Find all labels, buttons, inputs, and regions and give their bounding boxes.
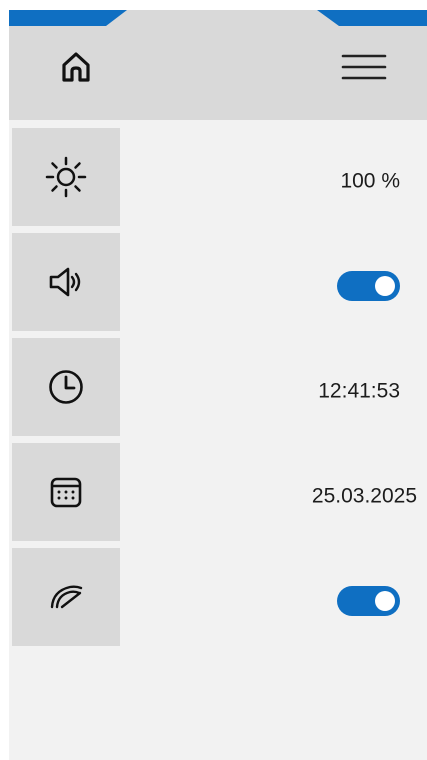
speaker-icon (49, 267, 81, 297)
brightness-icon-tile (12, 128, 120, 226)
top-header (9, 10, 427, 120)
time-setting-row[interactable]: 12:41:53 (9, 338, 427, 443)
calendar-icon (50, 477, 82, 508)
time-value: 12:41:53 (318, 379, 400, 402)
brightness-setting-row[interactable]: 100 % (9, 128, 427, 233)
clock-icon (49, 370, 83, 404)
home-icon (62, 52, 90, 82)
speed-setting-row[interactable] (9, 548, 427, 653)
time-icon-tile (12, 338, 120, 436)
settings-screen: 100 % 12:41:53 25.03.2025 (9, 10, 427, 760)
date-value: 25.03.2025 (311, 484, 417, 507)
settings-list: 100 % 12:41:53 25.03.2025 (9, 128, 427, 653)
sound-icon-tile (12, 233, 120, 331)
home-button[interactable] (51, 42, 101, 92)
menu-button[interactable] (339, 42, 389, 92)
speedometer-icon (50, 585, 83, 609)
brightness-icon (45, 156, 87, 198)
date-icon-tile (12, 443, 120, 541)
brightness-value: 100 % (340, 169, 400, 192)
speed-toggle-knob (375, 590, 395, 611)
speed-toggle[interactable] (337, 585, 400, 616)
date-setting-row[interactable]: 25.03.2025 (9, 443, 427, 548)
hamburger-menu-icon (341, 54, 387, 80)
sound-toggle[interactable] (337, 270, 400, 301)
sound-toggle-knob (375, 275, 395, 296)
speed-icon-tile (12, 548, 120, 646)
sound-setting-row[interactable] (9, 233, 427, 338)
